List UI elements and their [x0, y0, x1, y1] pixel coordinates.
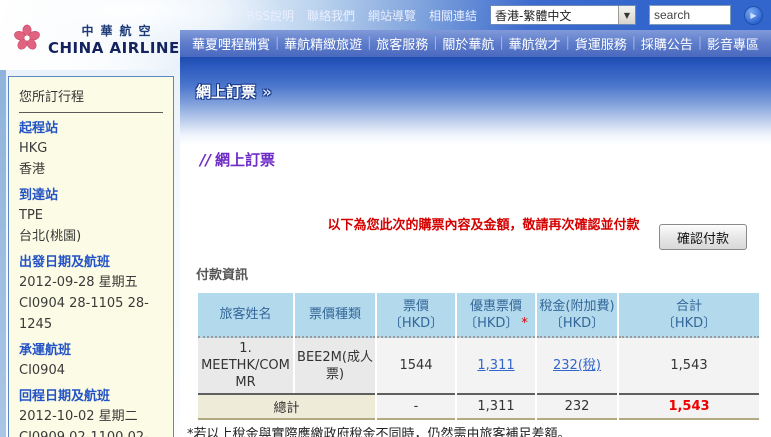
cell-fare: 1544 — [377, 338, 455, 393]
nav-separator: │ — [274, 37, 281, 50]
sidebar-label-destination: 到達站 — [19, 187, 163, 205]
payment-info-heading: 付款資訊 — [196, 264, 771, 283]
col-header-discount-fare: 優惠票價〔HKD〕* — [457, 293, 535, 338]
title-slashes: // — [200, 151, 211, 169]
search-input[interactable] — [649, 5, 731, 25]
sidebar-left-strip — [0, 70, 6, 437]
utility-bar: RSS說明 聯絡我們 網站導覽 相關連結 香港-繁體中文 ▼ ▶ — [246, 5, 763, 25]
nav-item-careers[interactable]: 華航徵才 — [507, 34, 563, 53]
nav-separator: │ — [630, 37, 637, 50]
sidebar-label-departure-flight: 出發日期及航班 — [19, 254, 163, 272]
logo-text: 中華航空 CHINA AIRLINES — [48, 22, 191, 57]
search-go-button[interactable]: ▶ — [744, 6, 763, 25]
notice-row: 以下為您此次的購票內容及金額，敬請再次確認並付款 確認付款 — [196, 214, 771, 252]
sidebar-value: 香港 — [19, 159, 163, 180]
main-content: //網上訂票 以下為您此次的購票內容及金額，敬請再次確認並付款 確認付款 付款資… — [180, 145, 771, 437]
itinerary-divider — [19, 112, 163, 113]
confirm-payment-button[interactable]: 確認付款 — [659, 224, 747, 250]
sidebar-value: 2012-10-02 星期二 — [19, 406, 163, 427]
language-select[interactable]: 香港-繁體中文 ▼ — [490, 5, 636, 25]
nav-item-cargo[interactable]: 貨運服務 — [573, 34, 629, 53]
sidebar-label-origin: 起程站 — [19, 120, 163, 138]
itinerary-title: 您所訂行程 — [19, 86, 163, 105]
nav-item-travel[interactable]: 華航精緻旅遊 — [282, 34, 364, 53]
nav-item-procurement[interactable]: 採購公告 — [639, 34, 695, 53]
total-label: 總計 — [198, 393, 375, 420]
cell-discount-fare: 1,311 — [457, 338, 535, 393]
sidebar-value: HKG — [19, 138, 163, 159]
main-nav: 華夏哩程酬賓 │ 華航精緻旅遊 │ 旅客服務 │ 關於華航 │ 華航徵才 │ 貨… — [180, 30, 771, 57]
breadcrumb-arrow-icon: » — [262, 83, 272, 101]
nav-separator: │ — [498, 37, 505, 50]
col-header-tax: 稅金(附加費)〔HKD〕 — [537, 293, 617, 338]
chevron-down-icon[interactable]: ▼ — [618, 6, 635, 24]
col-header-fare-type: 票價種類 — [295, 293, 375, 338]
sidebar-label-return-flight: 回程日期及航班 — [19, 388, 163, 406]
sidebar-label-operating-flight: 承運航班 — [19, 342, 163, 360]
total-fare: - — [377, 393, 455, 420]
utility-link-contact[interactable]: 聯絡我們 — [307, 7, 355, 24]
breadcrumb-label: 網上訂票 — [196, 83, 256, 101]
nav-item-passenger-service[interactable]: 旅客服務 — [374, 34, 430, 53]
table-header-row: 旅客姓名 票價種類 票價〔HKD〕 優惠票價〔HKD〕* 稅金(附加費)〔HKD… — [198, 293, 759, 338]
sidebar-column: 您所訂行程 起程站 HKG 香港 到達站 TPE 台北(桃園) 出發日期及航班 … — [0, 70, 180, 437]
asterisk-mark: * — [521, 316, 528, 331]
nav-item-mileage[interactable]: 華夏哩程酬賓 — [190, 34, 272, 53]
sidebar-value: CI0909 02-1100 02-1245 — [19, 427, 163, 437]
nav-separator: │ — [697, 37, 704, 50]
discount-fare-link[interactable]: 1,311 — [477, 358, 514, 373]
logo-english-name: CHINA AIRLINES — [48, 39, 191, 57]
utility-link-rss[interactable]: RSS說明 — [246, 7, 294, 24]
table-total-row: 總計 - 1,311 232 1,543 — [198, 393, 759, 420]
total-tax: 232 — [537, 393, 617, 420]
table-row: 1. MEETHK/COM MR BEE2M(成人票) 1544 1,311 2… — [198, 338, 759, 393]
nav-separator: │ — [564, 37, 571, 50]
cell-fare-type: BEE2M(成人票) — [295, 338, 375, 393]
total-amount: 1,543 — [619, 393, 759, 420]
plum-blossom-icon — [12, 23, 42, 57]
payment-table: 旅客姓名 票價種類 票價〔HKD〕 優惠票價〔HKD〕* 稅金(附加費)〔HKD… — [196, 293, 761, 420]
footnotes: *若以上稅金與實際應繳政府稅金不同時，仍然需由旅客補足差額。 *機票內含之兵險/… — [187, 426, 771, 437]
total-discount-fare: 1,311 — [457, 393, 535, 420]
sidebar-value: TPE — [19, 205, 163, 226]
page-title-text: 網上訂票 — [215, 151, 275, 169]
nav-item-media[interactable]: 影音專區 — [705, 34, 761, 53]
language-select-value: 香港-繁體中文 — [491, 7, 618, 24]
payment-notice: 以下為您此次的購票內容及金額，敬請再次確認並付款 — [236, 214, 731, 233]
utility-link-sitemap[interactable]: 網站導覽 — [368, 7, 416, 24]
play-arrow-icon: ▶ — [750, 11, 756, 20]
footnote-tax: *若以上稅金與實際應繳政府稅金不同時，仍然需由旅客補足差額。 — [187, 426, 771, 437]
col-header-passenger-name: 旅客姓名 — [198, 293, 293, 338]
logo-chinese-name: 中華航空 — [48, 22, 191, 39]
col-header-fare: 票價〔HKD〕 — [377, 293, 455, 338]
nav-item-about[interactable]: 關於華航 — [440, 34, 496, 53]
itinerary-panel: 您所訂行程 起程站 HKG 香港 到達站 TPE 台北(桃園) 出發日期及航班 … — [8, 76, 174, 437]
col-header-total: 合計〔HKD〕 — [619, 293, 759, 338]
cell-total: 1,543 — [619, 338, 759, 393]
cell-passenger-name: 1. MEETHK/COM MR — [198, 338, 293, 393]
sidebar-value: CI0904 28-1105 28-1245 — [19, 293, 163, 335]
cell-tax: 232(稅) — [537, 338, 617, 393]
nav-separator: │ — [432, 37, 439, 50]
sidebar-value: 2012-09-28 星期五 — [19, 272, 163, 293]
page-hero-band: 網上訂票 » — [180, 57, 771, 145]
page-title: //網上訂票 — [200, 149, 771, 170]
sidebar-value: 台北(桃園) — [19, 226, 163, 247]
tax-detail-link[interactable]: 232(稅) — [553, 358, 601, 373]
nav-separator: │ — [366, 37, 373, 50]
sidebar-value: CI0904 — [19, 360, 163, 381]
utility-link-related[interactable]: 相關連結 — [429, 7, 477, 24]
breadcrumb: 網上訂票 » — [196, 81, 272, 102]
